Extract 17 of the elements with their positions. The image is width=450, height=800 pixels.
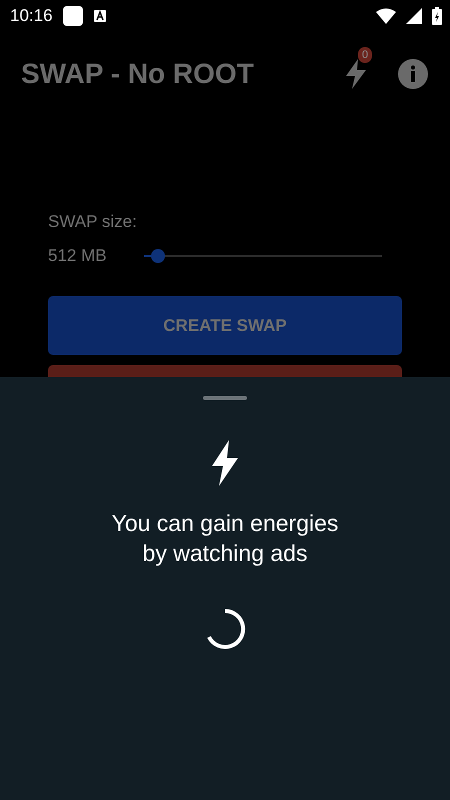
energy-icon[interactable] — [344, 59, 368, 89]
drag-handle[interactable] — [203, 396, 247, 400]
energy-count-badge: 0 — [358, 47, 372, 63]
swap-size-value: 512 MB — [48, 246, 108, 266]
create-swap-button[interactable]: CREATE SWAP — [48, 296, 402, 355]
wifi-icon — [376, 8, 396, 24]
swap-size-label: SWAP size: — [48, 212, 138, 232]
signal-icon — [406, 8, 422, 24]
keyboard-icon — [92, 9, 107, 23]
lightning-icon — [210, 440, 240, 486]
notification-icon — [62, 6, 83, 26]
info-icon[interactable] — [398, 59, 428, 89]
app-title: SWAP - No ROOT — [21, 58, 255, 90]
slider-thumb[interactable] — [151, 249, 166, 263]
battery-icon — [432, 7, 442, 25]
status-time: 10:16 — [10, 6, 53, 26]
sheet-message: You can gain energies by watching ads — [110, 509, 340, 568]
